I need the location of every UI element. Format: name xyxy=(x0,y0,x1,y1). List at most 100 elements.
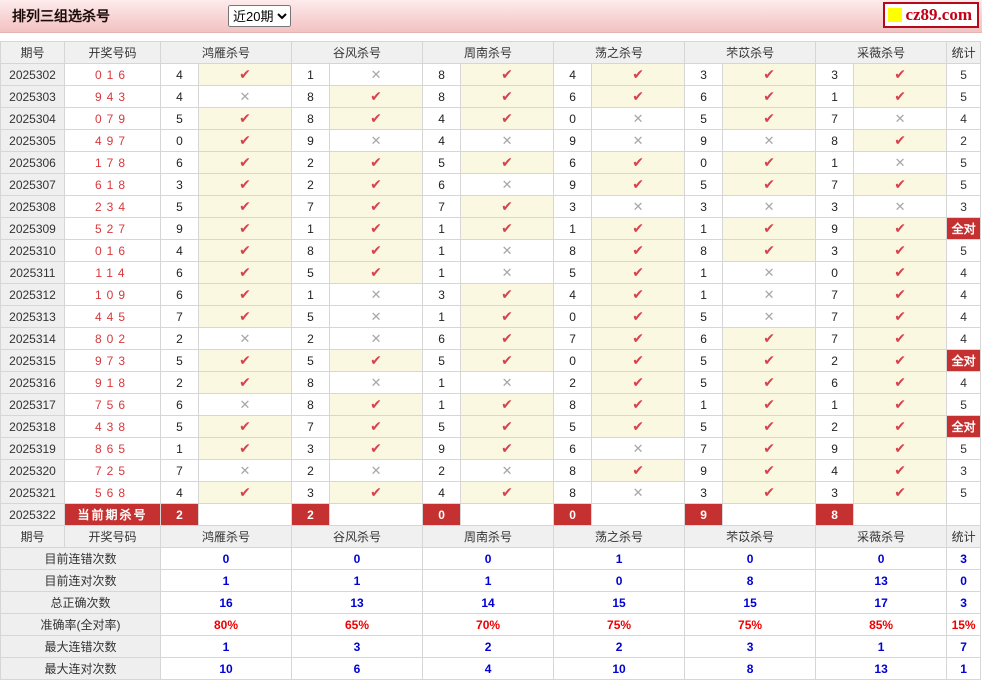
summary-value-cell: 1 xyxy=(815,635,948,658)
stat-cell: 5 xyxy=(946,239,982,262)
kill-mark-cell: ✔ xyxy=(722,481,817,504)
kill-mark-cell: ✔ xyxy=(329,481,424,504)
kill-number-cell: 5 xyxy=(684,107,724,130)
check-icon: ✔ xyxy=(239,352,251,368)
kill-number-cell: 6 xyxy=(422,173,462,196)
kill-number-cell: 3 xyxy=(815,481,855,504)
kill-number-cell: 9 xyxy=(160,217,199,240)
table-row: 2025314 802 2 ✕ 2 ✕ 6 ✔ 7 ✔ 6 ✔ 7 ✔ 4 xyxy=(0,327,982,350)
table-row: 2025320 725 7 ✕ 2 ✕ 2 ✕ 8 ✔ 9 ✔ 4 ✔ 3 xyxy=(0,459,982,482)
all-correct-badge: 全对 xyxy=(946,349,982,372)
table-row: 2025312 109 6 ✔ 1 ✕ 3 ✔ 4 ✔ 1 ✕ 7 ✔ 4 xyxy=(0,283,982,306)
summary-stat-cell: 7 xyxy=(946,635,982,658)
kill-number-cell: 9 xyxy=(553,129,593,152)
check-icon: ✔ xyxy=(239,132,251,148)
period-cell: 2025309 xyxy=(0,217,65,240)
kill-number-cell: 4 xyxy=(815,459,855,482)
kill-number-cell: 4 xyxy=(422,107,462,130)
cross-icon: ✕ xyxy=(763,132,775,148)
check-icon: ✔ xyxy=(763,110,775,126)
kill-number-cell: 2 xyxy=(553,371,593,394)
summary-stat-cell: 1 xyxy=(946,657,982,680)
kill-mark-cell: ✔ xyxy=(591,151,686,174)
table-row: 2025316 918 2 ✔ 8 ✕ 1 ✕ 2 ✔ 5 ✔ 6 ✔ 4 xyxy=(0,371,982,394)
check-icon: ✔ xyxy=(370,352,382,368)
stat-cell: 2 xyxy=(946,129,982,152)
summary-value-cell: 13 xyxy=(815,569,948,592)
table-row: 2025309 527 9 ✔ 1 ✔ 1 ✔ 1 ✔ 1 ✔ 9 ✔ 全对 xyxy=(0,217,982,240)
summary-value-cell: 85% xyxy=(815,613,948,636)
col-header-expert-5: 芣苡杀号 xyxy=(684,41,817,64)
kill-mark-cell: ✔ xyxy=(460,85,555,108)
summary-value-cell: 65% xyxy=(291,613,424,636)
period-cell: 2025307 xyxy=(0,173,65,196)
kill-mark-cell: ✔ xyxy=(460,63,555,86)
kill-number-cell: 6 xyxy=(815,371,855,394)
stat-cell: 4 xyxy=(946,107,982,130)
cross-icon: ✕ xyxy=(632,484,644,500)
check-icon: ✔ xyxy=(894,418,906,434)
kill-number-cell: 3 xyxy=(815,239,855,262)
period-cell: 2025304 xyxy=(0,107,65,130)
summary-value-cell: 0 xyxy=(684,547,817,570)
check-icon: ✔ xyxy=(894,352,906,368)
summary-row: 最大连错次数 1 3 2 2 3 1 7 xyxy=(0,635,982,658)
table-row: 2025318 438 5 ✔ 7 ✔ 5 ✔ 5 ✔ 5 ✔ 2 ✔ 全对 xyxy=(0,415,982,438)
col-header-stat: 统计 xyxy=(946,41,982,64)
kill-number-cell: 2 xyxy=(422,459,462,482)
kill-number-cell: 6 xyxy=(684,85,724,108)
check-icon: ✔ xyxy=(239,110,251,126)
period-cell: 2025318 xyxy=(0,415,65,438)
kill-number-cell: 8 xyxy=(422,85,462,108)
kill-mark-cell: ✔ xyxy=(329,349,424,372)
period-cell: 2025303 xyxy=(0,85,65,108)
period-cell: 2025310 xyxy=(0,239,65,262)
check-icon: ✔ xyxy=(632,220,644,236)
kill-number-cell: 3 xyxy=(684,63,724,86)
draw-numbers-cell: 865 xyxy=(64,437,161,460)
kill-number-cell: 7 xyxy=(815,283,855,306)
kill-mark-cell: ✕ xyxy=(460,459,555,482)
kill-number-cell: 6 xyxy=(160,261,199,284)
kill-mark-cell: ✔ xyxy=(329,239,424,262)
table-row: 2025307 618 3 ✔ 2 ✔ 6 ✕ 9 ✔ 5 ✔ 7 ✔ 5 xyxy=(0,173,982,196)
kill-number-cell: 6 xyxy=(160,151,199,174)
summary-value-cell: 13 xyxy=(815,657,948,680)
cross-icon: ✕ xyxy=(501,176,513,192)
kill-number-cell: 5 xyxy=(160,415,199,438)
kill-mark-cell-empty xyxy=(197,503,293,526)
check-icon: ✔ xyxy=(239,198,251,214)
kill-number-cell: 1 xyxy=(422,371,462,394)
kill-number-cell: 8 xyxy=(684,239,724,262)
summary-value-cell: 14 xyxy=(422,591,555,614)
kill-mark-cell: ✔ xyxy=(329,437,424,460)
kill-mark-cell-empty xyxy=(329,503,424,526)
summary-value-cell: 8 xyxy=(684,657,817,680)
kill-mark-cell: ✕ xyxy=(329,305,424,328)
period-range-select[interactable]: 近20期 xyxy=(228,5,291,27)
draw-numbers-cell: 943 xyxy=(64,85,161,108)
kill-mark-cell: ✔ xyxy=(197,195,293,218)
site-logo[interactable]: cz89.com xyxy=(883,2,979,28)
all-correct-badge: 全对 xyxy=(946,415,982,438)
stat-cell xyxy=(946,503,982,526)
cross-icon: ✕ xyxy=(501,132,513,148)
kill-number-cell: 5 xyxy=(684,415,724,438)
check-icon: ✔ xyxy=(370,220,382,236)
title-bar: 排列三组选杀号 近20期 cz89.com xyxy=(0,0,982,33)
kill-mark-cell: ✕ xyxy=(197,327,293,350)
summary-value-cell: 15 xyxy=(684,591,817,614)
summary-value-cell: 70% xyxy=(422,613,555,636)
summary-value-cell: 0 xyxy=(815,547,948,570)
table-row: 2025313 445 7 ✔ 5 ✕ 1 ✔ 0 ✔ 5 ✕ 7 ✔ 4 xyxy=(0,305,982,328)
kill-number-cell: 6 xyxy=(553,85,593,108)
cross-icon: ✕ xyxy=(632,110,644,126)
table-row: 2025304 079 5 ✔ 8 ✔ 4 ✔ 0 ✕ 5 ✔ 7 ✕ 4 xyxy=(0,107,982,130)
draw-numbers-cell: 973 xyxy=(64,349,161,372)
kill-number-cell: 7 xyxy=(815,327,855,350)
check-icon: ✔ xyxy=(370,176,382,192)
kill-mark-cell: ✔ xyxy=(197,151,293,174)
kill-number-cell: 6 xyxy=(553,437,593,460)
kill-number-cell: 6 xyxy=(160,283,199,306)
check-icon: ✔ xyxy=(632,176,644,192)
